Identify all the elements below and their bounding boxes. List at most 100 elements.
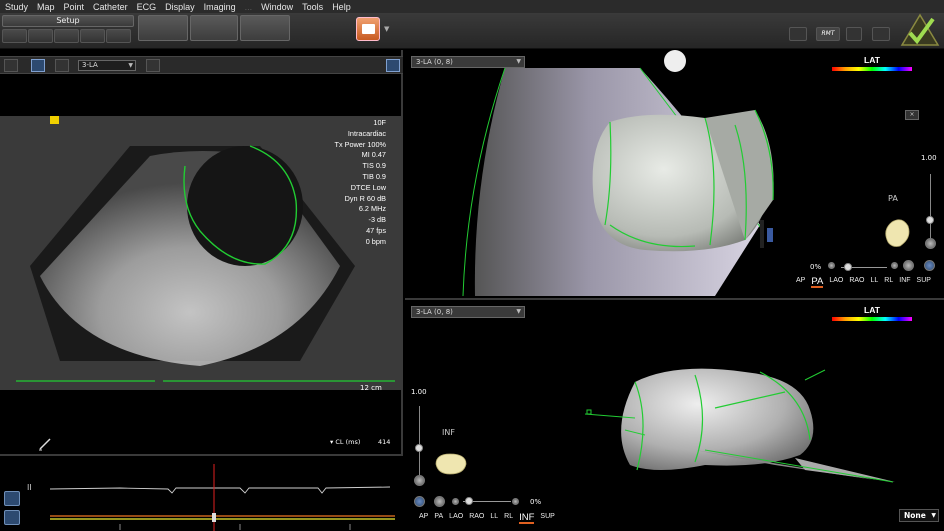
view-pa[interactable]: PA	[434, 513, 443, 524]
reset-view-icon[interactable]	[903, 260, 914, 271]
lat-color-bar	[832, 67, 912, 71]
none-select[interactable]: None ▼	[899, 509, 939, 522]
depth-label: 12 cm	[360, 384, 382, 392]
us-info-line: MI 0.47	[361, 150, 386, 160]
map-bottom-zoom-knob[interactable]	[465, 497, 473, 505]
view-inf[interactable]: INF	[519, 513, 535, 524]
setup-btn-1[interactable]	[2, 29, 27, 43]
menu-ecg[interactable]: ECG	[137, 2, 157, 12]
zoom-out-icon[interactable]	[452, 498, 459, 505]
map-panel-bottom: 3-LA (0, 8) ▼ LAT 1.00 INF 0% AP PA LAO …	[405, 298, 944, 531]
menu-imaging[interactable]: Imaging	[204, 2, 236, 12]
menu-map[interactable]: Map	[37, 2, 55, 12]
ultrasound-menu-icon[interactable]	[4, 59, 18, 72]
map-bottom-vertical-knob[interactable]	[415, 444, 423, 452]
setup-btn-4[interactable]	[80, 29, 105, 43]
view-lao[interactable]: LAO	[449, 513, 463, 524]
map-top-select-value: 3-LA (0, 8)	[416, 58, 453, 66]
zoom-in-icon[interactable]	[512, 498, 519, 505]
view-ll[interactable]: LL	[871, 277, 879, 288]
view-ll[interactable]: LL	[490, 513, 498, 524]
view-sup[interactable]: SUP	[917, 277, 931, 288]
view-sup[interactable]: SUP	[540, 513, 554, 524]
view-pa[interactable]: PA	[811, 277, 824, 288]
view-rl[interactable]: RL	[884, 277, 893, 288]
tool-icon-c[interactable]	[146, 59, 160, 72]
map-3d-view-bottom[interactable]	[405, 300, 944, 531]
catheter-marker	[767, 228, 773, 242]
menu-tools[interactable]: Tools	[302, 2, 323, 12]
toolbar-button-1[interactable]	[138, 15, 188, 41]
heart-icon[interactable]	[872, 27, 890, 41]
menu-point[interactable]: Point	[64, 2, 85, 12]
toolbar-button-2[interactable]	[190, 15, 238, 41]
pen-icon[interactable]	[31, 59, 45, 72]
map-bottom-view-tabs: AP PA LAO RAO LL RL INF SUP	[419, 513, 561, 524]
us-info-line: 47 fps	[366, 225, 386, 235]
map-bottom-vertical-slider[interactable]	[419, 406, 420, 476]
map-bottom-select[interactable]: 3-LA (0, 8) ▼	[411, 306, 525, 318]
us-info-line: 0 bpm	[365, 236, 386, 246]
rotate-icon[interactable]	[924, 260, 935, 271]
tool-icon-a[interactable]	[846, 27, 862, 41]
mesh-contour	[804, 369, 826, 381]
view-lao[interactable]: LAO	[829, 277, 843, 288]
rotate-icon[interactable]	[414, 496, 425, 507]
view-rl[interactable]: RL	[504, 513, 513, 524]
menu-bar: Study Map Point Catheter ECG Display Ima…	[0, 0, 944, 13]
reset-view-icon[interactable]	[434, 496, 445, 507]
map-top-down-button[interactable]	[925, 238, 936, 249]
view-rao[interactable]: RAO	[469, 513, 484, 524]
orientation-heart-icon	[435, 453, 467, 475]
tool-icon-b[interactable]	[55, 59, 69, 72]
view-inf[interactable]: INF	[899, 277, 910, 288]
map-top-select[interactable]: 3-LA (0, 8) ▼	[411, 56, 525, 68]
pen-icon[interactable]	[38, 437, 52, 451]
map-top-vertical-slider[interactable]	[930, 174, 931, 239]
map-3d-view-top[interactable]	[405, 50, 944, 296]
checkmark-logo-icon[interactable]	[900, 13, 940, 47]
setup-btn-2[interactable]	[28, 29, 53, 43]
ultrasound-view-select-value: 3-LA	[82, 61, 98, 69]
us-info-line: 10F	[373, 118, 386, 127]
setup-tab[interactable]: Setup	[2, 15, 134, 27]
chevron-down-icon[interactable]: ▼	[384, 25, 389, 33]
map-bottom-down-button[interactable]	[414, 475, 425, 486]
lat-legend-title: LAT	[864, 305, 880, 315]
rmt-icon[interactable]: RMT	[816, 27, 840, 41]
expand-icon[interactable]	[386, 59, 400, 72]
catheter-point	[586, 409, 592, 415]
capture-tool-button[interactable]	[356, 17, 380, 41]
view-ap[interactable]: AP	[419, 513, 428, 524]
menu-display[interactable]: Display	[165, 2, 195, 12]
toolbar-button-3[interactable]	[240, 15, 290, 41]
chevron-down-icon: ▼	[128, 62, 133, 69]
menu-study[interactable]: Study	[5, 2, 28, 12]
menu-help[interactable]: Help	[332, 2, 351, 12]
setup-btn-5[interactable]	[106, 29, 131, 43]
map-top-zoom-percent: 0%	[810, 263, 822, 271]
view-rao[interactable]: RAO	[849, 277, 864, 288]
probe-marker	[664, 50, 686, 72]
menu-catheter[interactable]: Catheter	[93, 2, 128, 12]
setup-btn-3[interactable]	[54, 29, 79, 43]
capture-icon	[362, 24, 375, 34]
chevron-down-icon: ▼	[931, 512, 936, 519]
map-top-vertical-knob[interactable]	[926, 216, 934, 224]
map-top-zoom-knob[interactable]	[844, 263, 852, 271]
ecg-trace	[49, 486, 391, 494]
map-top-view-tabs: AP PA LAO RAO LL RL INF SUP	[796, 277, 937, 288]
timeline-knob[interactable]	[212, 513, 216, 522]
monitor-icon[interactable]	[789, 27, 807, 41]
zoom-in-icon[interactable]	[891, 262, 898, 269]
ultrasound-view-select[interactable]: 3-LA ▼	[78, 60, 136, 71]
view-ap[interactable]: AP	[796, 277, 805, 288]
us-info-line: Dyn R 60 dB	[344, 193, 386, 203]
us-info-line: Tx Power 100%	[334, 139, 386, 149]
map-bottom-zoom-percent: 0%	[530, 498, 542, 506]
zoom-out-icon[interactable]	[828, 262, 835, 269]
map-bottom-scale-label: 1.00	[411, 388, 427, 396]
close-icon[interactable]: ×	[905, 110, 919, 120]
lat-legend-title: LAT	[864, 55, 880, 65]
menu-window[interactable]: Window	[261, 2, 293, 12]
